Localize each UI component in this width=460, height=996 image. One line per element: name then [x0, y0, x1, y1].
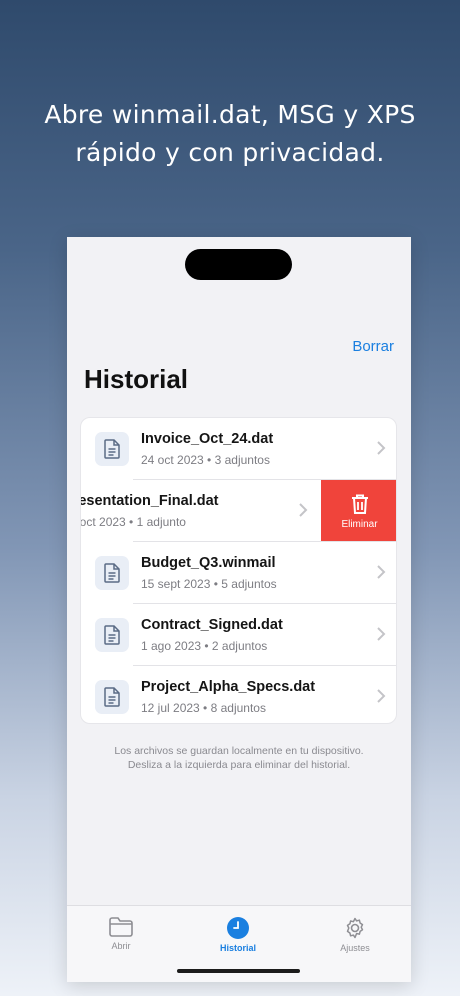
delete-button[interactable]: Eliminar	[321, 480, 396, 542]
file-meta: 24 oct 2023 • 3 adjuntos	[141, 453, 270, 467]
document-icon	[95, 680, 129, 714]
footnote-line-1: Los archivos se guardan localmente en tu…	[114, 745, 364, 757]
footnote-line-2: Desliza a la izquierda para eliminar del…	[127, 759, 351, 771]
tab-label: Abrir	[111, 941, 131, 951]
tab-ajustes[interactable]: Ajustes	[315, 916, 395, 956]
history-footnote: Los archivos se guardan localmente en tu…	[67, 744, 411, 772]
history-list: Invoice_Oct_24.dat 24 oct 2023 • 3 adjun…	[80, 417, 397, 724]
delete-label: Eliminar	[341, 518, 378, 530]
tab-label: Historial	[219, 943, 256, 953]
list-item[interactable]: Invoice_Oct_24.dat 24 oct 2023 • 3 adjun…	[81, 418, 396, 480]
chevron-right-icon	[377, 565, 386, 579]
list-item[interactable]: Project_Alpha_Specs.dat 12 jul 2023 • 8 …	[81, 666, 396, 723]
swiped-row-content[interactable]: Presentation_Final.dat 25 oct 2023 • 1 a…	[80, 480, 320, 542]
tab-abrir[interactable]: Abrir	[81, 916, 161, 956]
tab-historial[interactable]: Historial	[198, 916, 278, 956]
headline-line-2: rápido y con privacidad.	[75, 138, 385, 167]
phone-screen: Borrar Historial Invoice_Oct_24.dat 24 o…	[67, 237, 411, 982]
clock-icon	[227, 917, 249, 939]
chevron-right-icon	[377, 627, 386, 641]
trash-icon	[351, 494, 368, 514]
page-title: Historial	[84, 364, 189, 394]
chevron-right-icon	[377, 689, 386, 703]
marketing-headline: Abre winmail.dat, MSG y XPS rápido y con…	[0, 96, 460, 172]
file-name: Contract_Signed.dat	[141, 617, 283, 633]
file-name: Project_Alpha_Specs.dat	[141, 679, 316, 695]
chevron-right-icon	[299, 503, 308, 517]
file-name: Budget_Q3.winmail	[141, 555, 276, 571]
folder-icon	[109, 917, 133, 937]
list-item[interactable]: Budget_Q3.winmail 15 sept 2023 • 5 adjun…	[81, 542, 396, 604]
dynamic-island	[185, 249, 292, 280]
clear-history-button[interactable]: Borrar	[352, 338, 394, 355]
home-indicator	[177, 969, 300, 973]
document-icon	[95, 556, 129, 590]
file-meta: 1 ago 2023 • 2 adjuntos	[141, 639, 268, 653]
document-icon	[95, 618, 129, 652]
gear-icon	[346, 917, 364, 939]
file-meta: 15 sept 2023 • 5 adjuntos	[141, 577, 277, 591]
list-item[interactable]: Contract_Signed.dat 1 ago 2023 • 2 adjun…	[81, 604, 396, 666]
headline-line-1: Abre winmail.dat, MSG y XPS	[44, 100, 416, 129]
file-name: Invoice_Oct_24.dat	[141, 431, 274, 447]
chevron-right-icon	[377, 441, 386, 455]
tab-label: Ajustes	[340, 943, 370, 953]
file-name: Presentation_Final.dat	[80, 493, 219, 509]
document-icon	[95, 432, 129, 466]
file-meta: 12 jul 2023 • 8 adjuntos	[141, 701, 266, 715]
file-meta: 25 oct 2023 • 1 adjunto	[80, 515, 186, 529]
list-item-swiped[interactable]: Presentation_Final.dat 25 oct 2023 • 1 a…	[80, 480, 396, 542]
